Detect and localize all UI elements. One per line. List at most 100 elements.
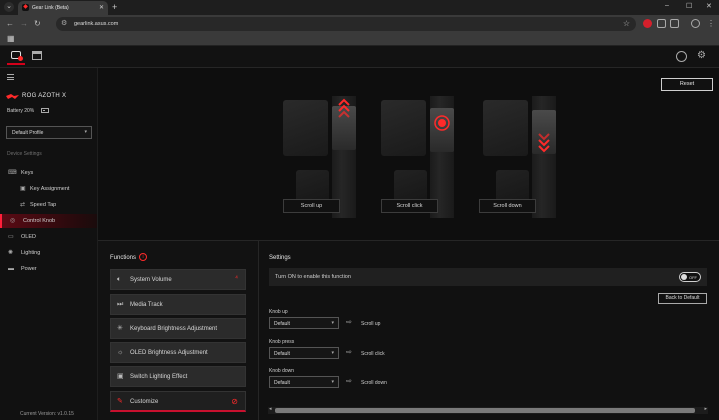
function-system-volume[interactable]: 🔈︎ System Volume ⁴ xyxy=(110,269,246,290)
sidebar-item-control-knob[interactable]: ◎ Control Knob xyxy=(0,214,97,228)
profile-dropdown[interactable]: Default Profile ▾ xyxy=(6,126,92,139)
knob-label-scroll-click[interactable]: Scroll click xyxy=(381,199,438,213)
knob-illustration-click xyxy=(381,96,491,218)
bookmarks-bar: ▦ xyxy=(0,33,719,46)
toggle-state: OFF xyxy=(689,275,697,280)
reset-button[interactable]: Reset xyxy=(661,78,713,91)
browser-menu-icon[interactable]: ⋮ xyxy=(707,19,715,29)
knob-label-scroll-up[interactable]: Scroll up xyxy=(283,199,340,213)
active-marker-icon: ⁴ xyxy=(234,275,238,282)
address-bar[interactable]: ⚙ gearlink.asus.com ☆ xyxy=(56,17,636,31)
knob-down-action: Scroll down xyxy=(361,380,387,386)
keyboard-icon: ⌨ xyxy=(8,170,17,176)
settings-title: Settings xyxy=(269,255,291,261)
knob-press-dropdown[interactable]: Default ▾ xyxy=(269,347,339,359)
browser-toolbar: ← → ↻ ⚙ gearlink.asus.com ☆ ⋮ xyxy=(0,15,719,33)
device-tab[interactable] xyxy=(7,49,25,65)
function-label: Switch Lighting Effect xyxy=(130,374,188,380)
chevron-down-icon: ▾ xyxy=(331,350,334,356)
maximize-icon[interactable]: ☐ xyxy=(686,2,692,10)
toggle-knob xyxy=(681,274,687,280)
sync-icon[interactable] xyxy=(676,51,687,62)
battery-status: Battery 20% xyxy=(7,108,35,114)
tab-search-button[interactable]: ⌄ xyxy=(4,2,14,12)
profile-avatar-icon[interactable] xyxy=(691,19,700,28)
sidebar-item-label: OLED xyxy=(21,234,36,240)
new-tab-button[interactable]: + xyxy=(112,2,117,12)
knob-icon: ◎ xyxy=(10,218,16,224)
function-oled-brightness[interactable]: ☼ OLED Brightness Adjustment xyxy=(110,342,246,363)
function-label: OLED Brightness Adjustment xyxy=(130,350,208,356)
enable-function-row: Turn ON to enable this function OFF xyxy=(269,268,707,286)
functions-title: Functions xyxy=(110,255,137,261)
sidebar-item-key-assignment[interactable]: ▣ Key Assignment xyxy=(0,182,97,196)
function-keyboard-brightness[interactable]: ✳ Keyboard Brightness Adjustment xyxy=(110,318,246,339)
chevron-down-icon: ▾ xyxy=(84,129,87,135)
reading-list-icon[interactable] xyxy=(657,19,666,28)
extension-icon[interactable] xyxy=(643,19,652,28)
sidebar-item-keys[interactable]: ⌨ Keys xyxy=(0,166,97,180)
extensions-puzzle-icon[interactable] xyxy=(670,19,679,28)
forward-icon[interactable]: → xyxy=(20,19,28,29)
enable-toggle[interactable]: OFF xyxy=(679,272,701,282)
sidebar-item-power[interactable]: ▬ Power xyxy=(0,262,97,276)
knob-down-label: Knob down xyxy=(269,368,295,374)
function-label: Keyboard Brightness Adjustment xyxy=(130,326,218,332)
sidebar-item-oled[interactable]: ▭ OLED xyxy=(0,230,97,244)
sidebar-item-label: Lighting xyxy=(21,250,41,256)
dropdown-value: Default xyxy=(274,351,290,357)
function-label: Media Track xyxy=(130,302,163,308)
arrow-right-icon: ⇨ xyxy=(346,349,352,356)
knob-down-dropdown[interactable]: Default ▾ xyxy=(269,376,339,388)
edit-icon: ✎ xyxy=(117,398,123,405)
sidebar-item-label: Speed Tap xyxy=(30,202,57,208)
rog-logo-icon xyxy=(6,94,19,99)
sun-icon: ☼ xyxy=(117,349,124,356)
reload-icon[interactable]: ↻ xyxy=(34,19,41,29)
device-settings-heading: Device Settings xyxy=(7,151,42,157)
settings-panel: Settings Turn ON to enable this function… xyxy=(258,240,719,420)
scroll-left-icon[interactable]: ◂ xyxy=(269,406,272,412)
minimize-icon[interactable]: – xyxy=(665,2,669,9)
chevron-down-icon: ▾ xyxy=(331,379,334,385)
hamburger-menu-icon[interactable] xyxy=(7,74,14,80)
sidebar-item-speed-tap[interactable]: ⇄ Speed Tap xyxy=(0,198,97,212)
key-assignment-icon: ▣ xyxy=(20,186,26,192)
dropdown-value: Default xyxy=(274,321,290,327)
site-info-icon[interactable]: ⚙ xyxy=(61,19,67,27)
knob-illustration-up xyxy=(283,96,393,218)
knob-up-label: Knob up xyxy=(269,309,288,315)
chevron-down-icon: ▾ xyxy=(331,320,334,326)
scroll-right-icon[interactable]: ▸ xyxy=(704,406,707,412)
function-label: System Volume xyxy=(130,277,172,283)
speed-tap-icon: ⇄ xyxy=(20,202,26,208)
function-media-track[interactable]: ⏭︎ Media Track xyxy=(110,294,246,315)
power-icon: ▬ xyxy=(8,266,14,272)
knob-illustration-down xyxy=(483,96,593,218)
lighting-icon: ▣ xyxy=(117,373,124,380)
function-customize[interactable]: ✎ Customize ⊘ xyxy=(110,391,246,412)
store-icon[interactable] xyxy=(32,51,42,60)
horizontal-scrollbar[interactable]: ◂ ▸ xyxy=(268,406,708,414)
knob-press-action: Scroll click xyxy=(361,351,385,357)
close-tab-icon[interactable]: ✕ xyxy=(99,4,104,11)
back-to-default-button[interactable]: Back to Default xyxy=(658,293,707,304)
gear-icon[interactable]: ⚙ xyxy=(697,50,706,62)
scrollbar-thumb[interactable] xyxy=(275,408,695,413)
selected-marker-icon: ⊘ xyxy=(231,397,238,406)
notification-dot-icon xyxy=(18,56,23,61)
close-window-icon[interactable]: ✕ xyxy=(706,2,712,10)
back-icon[interactable]: ← xyxy=(6,19,14,29)
function-switch-lighting[interactable]: ▣ Switch Lighting Effect xyxy=(110,366,246,387)
info-icon[interactable]: i xyxy=(139,253,147,261)
knob-label-scroll-down[interactable]: Scroll down xyxy=(479,199,536,213)
browser-tab[interactable]: ◆ Gear Link (Beta) ✕ xyxy=(18,1,108,15)
function-label: Customize xyxy=(130,399,159,405)
bookmark-star-icon[interactable]: ☆ xyxy=(623,19,630,28)
sidebar-item-lighting[interactable]: ✺ Lighting xyxy=(0,246,97,260)
apps-grid-icon[interactable]: ▦ xyxy=(7,35,15,43)
knob-up-dropdown[interactable]: Default ▾ xyxy=(269,317,339,329)
arrow-right-icon: ⇨ xyxy=(346,378,352,385)
enable-function-label: Turn ON to enable this function xyxy=(275,274,351,280)
sidebar-item-label: Keys xyxy=(21,170,34,176)
